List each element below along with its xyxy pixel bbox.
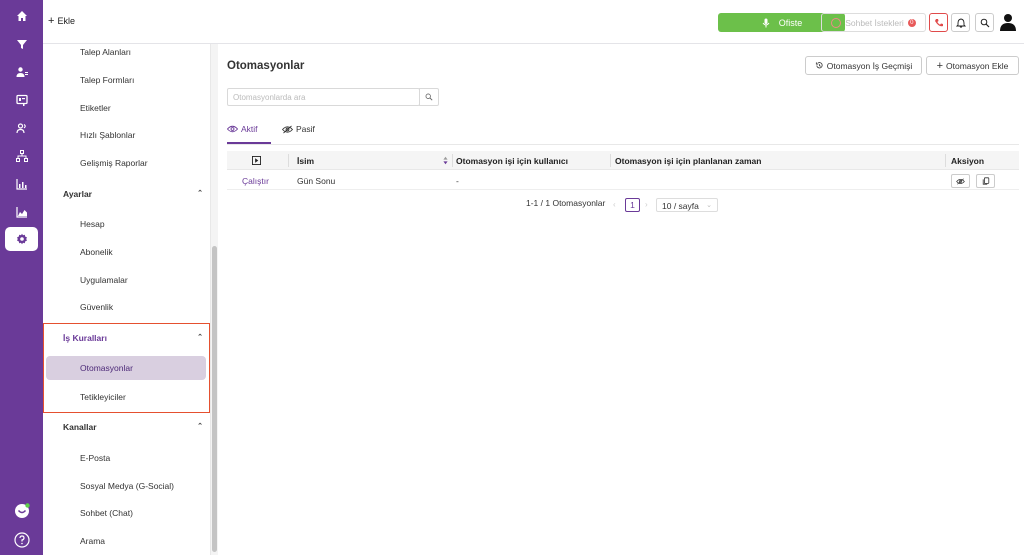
column-separator [610,154,611,167]
chat-requests-button[interactable]: Sohbet İstekleri 0 [821,13,926,32]
sidebar-group-ayarlar[interactable]: Ayarlar ⌃ [63,189,203,199]
sidebar-item-gelismis-raporlar[interactable]: Gelişmiş Raporlar [80,158,148,168]
add-automation-button[interactable]: + Otomasyon Ekle [926,56,1019,75]
sidebar-item-uygulamalar[interactable]: Uygulamalar [80,275,128,285]
microphone-icon [762,18,770,27]
copy-button[interactable] [976,174,995,188]
notifications-button[interactable] [951,13,970,32]
automation-search-input[interactable]: Otomasyonlarda ara [227,88,420,106]
column-header-user: Otomasyon işi için kullanıcı [456,156,568,166]
eye-icon [227,125,238,133]
eye-slash-icon [956,177,965,185]
search-icon [980,18,989,27]
page-size-select[interactable]: 10 / sayfa ⌄ [656,198,718,212]
nav-rail [0,0,43,555]
help-icon[interactable] [5,529,38,551]
column-header-action: Aksiyon [951,156,985,166]
chat-requests-label: Sohbet İstekleri [845,17,904,28]
column-header-name[interactable]: İsim [297,156,314,166]
table-row: Çalıştır Gün Sonu - [227,171,1019,190]
page-size-value: 10 / sayfa [662,201,699,211]
user-list-icon[interactable] [5,61,38,83]
sidebar-item-abonelik[interactable]: Abonelik [80,247,113,257]
sidebar-item-arama[interactable]: Arama [80,536,105,546]
chat-icon [831,17,842,28]
chevron-up-icon: ⌃ [197,423,203,430]
area-chart-icon[interactable] [5,201,38,223]
tab-aktif-label: Aktif [241,124,258,134]
row-name: Gün Sonu [297,176,336,186]
column-separator [452,154,453,167]
add-automation-label: Otomasyon Ekle [946,60,1009,71]
settings-icon[interactable] [5,227,38,251]
main-panel: Otomasyonlar Otomasyon İş Geçmişi + Otom… [218,44,1024,555]
page-title: Otomasyonlar [227,60,305,72]
status-label: Ofiste [778,17,803,28]
sidebar-item-talep-formlari[interactable]: Talep Formları [80,75,134,85]
hierarchy-icon[interactable] [5,145,38,167]
sidebar-group-kanallar[interactable]: Kanallar ⌃ [63,422,203,432]
people-icon[interactable] [5,117,38,139]
table-header: İsim Otomasyon işi için kullanıcı Otomas… [227,151,1019,170]
home-icon[interactable] [5,5,38,27]
tab-aktif[interactable]: Aktif [227,124,258,134]
top-bar: + Ekle Ofiste Sohbet İstekleri 0 [43,0,1024,44]
plus-icon: + [936,59,944,72]
sidebar-item-guvenlik[interactable]: Güvenlik [80,302,113,312]
next-page-icon[interactable]: › [645,200,648,209]
settings-sidebar [43,44,210,555]
plus-icon: + [48,14,55,27]
row-user: - [456,176,459,186]
deactivate-button[interactable] [951,174,970,188]
add-button-label: Ekle [57,16,75,26]
search-icon [425,93,433,101]
automation-history-button[interactable]: Otomasyon İş Geçmişi [805,56,922,75]
board-icon[interactable] [5,89,38,111]
funnel-icon[interactable] [5,33,38,55]
sidebar-item-sohbet[interactable]: Sohbet (Chat) [80,508,133,518]
play-square-icon [252,156,261,165]
bar-chart-icon[interactable] [5,173,38,195]
bell-icon [955,18,966,28]
sidebar-group-kanallar-label: Kanallar [63,422,97,432]
column-separator [945,154,946,167]
automation-search-button[interactable] [419,88,439,106]
chevron-down-icon: ⌄ [706,202,712,209]
chevron-up-icon: ⌃ [197,190,203,197]
tab-pasif[interactable]: Pasif [282,124,315,134]
sort-icon[interactable] [443,156,448,165]
sidebar-item-e-posta[interactable]: E-Posta [80,453,110,463]
column-separator [288,154,289,167]
chat-bubble-icon[interactable] [5,500,38,522]
sidebar-item-talep-alanlari[interactable]: Talep Alanları [80,47,131,57]
chat-requests-badge: 0 [907,18,916,27]
phone-icon [934,18,943,26]
sidebar-scrollbar-thumb[interactable] [212,246,217,552]
user-avatar-icon[interactable] [998,12,1018,32]
run-link[interactable]: Çalıştır [242,176,269,186]
global-search-button[interactable] [975,13,994,32]
sidebar-item-hesap[interactable]: Hesap [80,219,105,229]
automation-history-label: Otomasyon İş Geçmişi [826,60,913,71]
phone-button[interactable] [929,13,948,32]
sidebar-group-ayarlar-label: Ayarlar [63,189,92,199]
eye-slash-icon [282,125,293,133]
tab-divider [227,144,1019,145]
copy-icon [982,177,989,185]
prev-page-icon[interactable]: ‹ [613,200,616,209]
sidebar-item-etiketler[interactable]: Etiketler [80,103,111,113]
column-header-planned-time: Otomasyon işi için planlanan zaman [615,156,762,166]
annotation-highlight-box [43,323,210,413]
add-button[interactable]: + Ekle [48,14,75,27]
tab-pasif-label: Pasif [296,124,315,134]
pagination-summary: 1-1 / 1 Otomasyonlar [526,198,606,208]
sidebar-item-hizli-sablonlar[interactable]: Hızlı Şablonlar [80,130,135,140]
pagination-page-1[interactable]: 1 [625,198,640,212]
history-icon [815,62,823,69]
sidebar-item-sosyal-medya[interactable]: Sosyal Medya (G-Social) [80,481,174,491]
